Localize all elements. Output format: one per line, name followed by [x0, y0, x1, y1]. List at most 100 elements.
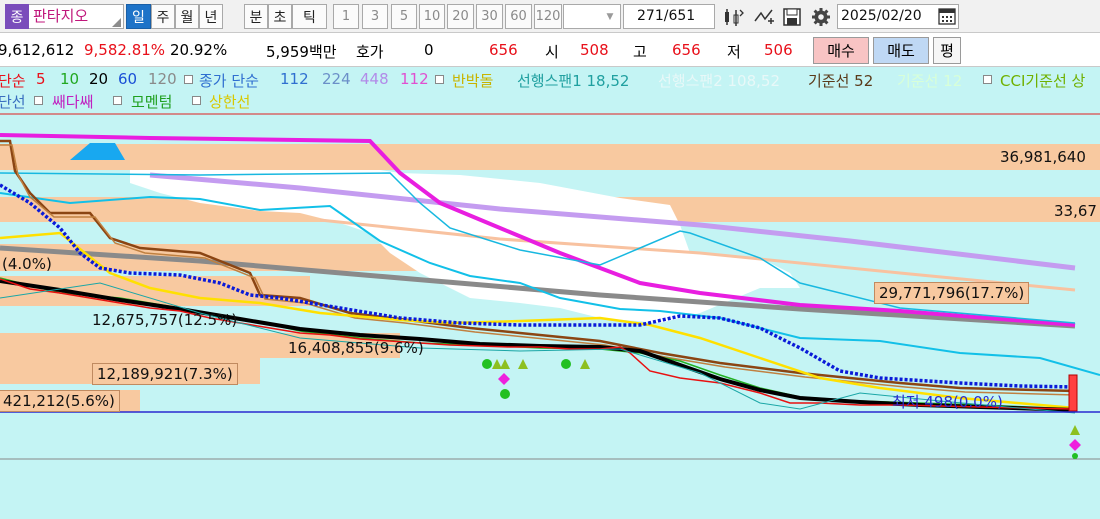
green-signal-marker — [561, 359, 571, 369]
profile-label-5: 12,675,757(12.5%) — [92, 311, 238, 329]
legend-square-3 — [981, 70, 996, 88]
open-value: 508 — [580, 41, 609, 59]
legend-square-6 — [190, 91, 205, 109]
legend-ma20[interactable]: 20 — [89, 70, 108, 88]
legend-square-4 — [32, 91, 47, 109]
profile-label-8: 421,212(5.6%) — [0, 390, 120, 412]
period-tab-second[interactable]: 초 — [268, 4, 292, 29]
low-value: 506 — [764, 41, 793, 59]
period-tab-year[interactable]: 년 — [199, 4, 223, 29]
volume-value: 9,612,612 — [0, 41, 75, 59]
legend-short-line[interactable]: 단선 — [0, 91, 26, 112]
legend-base-line-12[interactable]: 기준선 12 — [897, 70, 962, 91]
period-tab-week[interactable]: 주 — [151, 4, 175, 29]
profile-label-high: 36,981,640 — [1000, 148, 1086, 166]
turnover-value: 20.92% — [170, 41, 228, 59]
legend-upper-line[interactable]: 상한선 — [209, 91, 250, 112]
green-signal-marker — [1072, 453, 1078, 459]
profile-label-4: (4.0%) — [2, 255, 52, 273]
stock-name-input[interactable]: 판타지오 — [29, 4, 124, 29]
interval-button-20[interactable]: 20 — [447, 4, 474, 29]
open-label: 시 — [545, 43, 559, 61]
legend-leading-span2[interactable]: 선행스팬2 108,52 — [658, 70, 780, 91]
legend-square-icon — [184, 74, 193, 84]
legend-momentum[interactable]: 모멘텀 — [131, 91, 172, 112]
low-label: 저 — [727, 43, 741, 61]
legend-ssada[interactable]: 쌔다쌔 — [52, 91, 93, 112]
interval-button-1[interactable]: 1 — [333, 4, 359, 29]
indicator-legend: 단순 5 10 20 60 120 종가 단순 112 224 448 112 … — [0, 67, 1100, 113]
average-button[interactable]: 평 — [933, 37, 961, 64]
legend-base-line-52[interactable]: 기준선 52 — [808, 70, 873, 91]
data-count-field[interactable]: 271/651 — [623, 4, 715, 29]
legend-square-5 — [111, 91, 126, 109]
pink-signal-marker — [1069, 439, 1081, 451]
legend-leading-span1[interactable]: 선행스팬1 18,52 — [517, 70, 629, 91]
period-tab-minute[interactable]: 분 — [244, 4, 268, 29]
legend-close-112[interactable]: 112 — [280, 70, 309, 88]
interval-button-5[interactable]: 5 — [391, 4, 417, 29]
legend-square-2 — [433, 70, 448, 88]
interval-button-60[interactable]: 60 — [505, 4, 532, 29]
legend-close-448[interactable]: 448 — [360, 70, 389, 88]
data-count-total: /651 — [663, 8, 696, 24]
legend-sma-label[interactable]: 단순 — [0, 70, 26, 91]
stock-search-corner-icon[interactable] — [112, 18, 121, 27]
last-candle[interactable] — [1068, 374, 1078, 412]
sell-button[interactable]: 매도 — [873, 37, 929, 64]
profile-label-6: 16,408,855(9.6%) — [288, 339, 424, 357]
period-tab-day[interactable]: 일 — [126, 4, 151, 29]
calendar-icon[interactable] — [938, 8, 956, 25]
stock-type-badge[interactable]: 종 — [5, 4, 29, 29]
quote-label: 호가 — [356, 43, 384, 61]
price-chart-area[interactable]: 36,981,640 33,67 29,771,796(17.7%) (4.0%… — [0, 113, 1100, 519]
legend-close-112b[interactable]: 112 — [400, 70, 429, 88]
buy-button[interactable]: 매수 — [813, 37, 869, 64]
legend-square-1 — [182, 70, 197, 88]
period-tab-tick[interactable]: 틱 — [292, 4, 327, 29]
data-count-current: 271 — [637, 8, 664, 24]
chart-toolbar: 종 판타지오 일 주 월 년 분 초 틱 1 3 5 10 20 30 60 1… — [0, 0, 1100, 33]
olive-signal-marker — [1070, 425, 1080, 435]
period-tab-month[interactable]: 월 — [175, 4, 199, 29]
profile-band — [0, 144, 1100, 170]
legend-square-icon — [435, 74, 444, 84]
legend-square-icon — [34, 95, 43, 105]
crosshair-icon[interactable] — [751, 4, 776, 29]
chevron-down-icon[interactable]: ▼ — [600, 5, 620, 28]
current-price-value: 656 — [489, 41, 518, 59]
legend-ma120[interactable]: 120 — [148, 70, 177, 88]
green-signal-marker — [482, 359, 492, 369]
olive-signal-marker — [518, 359, 528, 369]
high-label: 고 — [633, 43, 647, 61]
legend-cci-base[interactable]: CCI기준선 상 — [1000, 70, 1085, 91]
olive-signal-marker — [580, 359, 590, 369]
candle-type-icon[interactable] — [720, 4, 745, 29]
green-signal-marker — [500, 389, 510, 399]
legend-close-224[interactable]: 224 — [322, 70, 351, 88]
legend-square-icon — [983, 74, 992, 84]
gear-icon[interactable] — [808, 4, 833, 29]
olive-signal-marker — [492, 359, 502, 369]
price-info-bar: 9,612,612 9,582.81% 20.92% 5,959백만 호가 0 … — [0, 33, 1100, 67]
pink-signal-marker — [498, 373, 510, 385]
save-icon[interactable] — [779, 4, 804, 29]
profile-label-7: 12,189,921(7.3%) — [92, 363, 238, 385]
high-value: 656 — [672, 41, 701, 59]
lowest-price-label: 최저 498(0.0%) — [892, 393, 1003, 411]
interval-button-10[interactable]: 10 — [419, 4, 445, 29]
quote-value: 0 — [424, 41, 434, 59]
legend-close-sma[interactable]: 종가 단순 — [199, 70, 259, 91]
legend-square-icon — [192, 95, 201, 105]
legend-rebound[interactable]: 반박돌 — [452, 70, 493, 91]
trade-amount-value: 5,959백만 — [266, 43, 337, 61]
legend-ma60[interactable]: 60 — [118, 70, 137, 88]
legend-square-icon — [113, 95, 122, 105]
interval-button-120[interactable]: 120 — [534, 4, 562, 29]
profile-label-2: 33,67 — [1054, 202, 1097, 220]
interval-button-30[interactable]: 30 — [476, 4, 503, 29]
interval-button-3[interactable]: 3 — [362, 4, 388, 29]
legend-ma10[interactable]: 10 — [60, 70, 79, 88]
legend-ma5[interactable]: 5 — [36, 70, 46, 88]
change-percent-value: 9,582.81% — [84, 41, 166, 59]
